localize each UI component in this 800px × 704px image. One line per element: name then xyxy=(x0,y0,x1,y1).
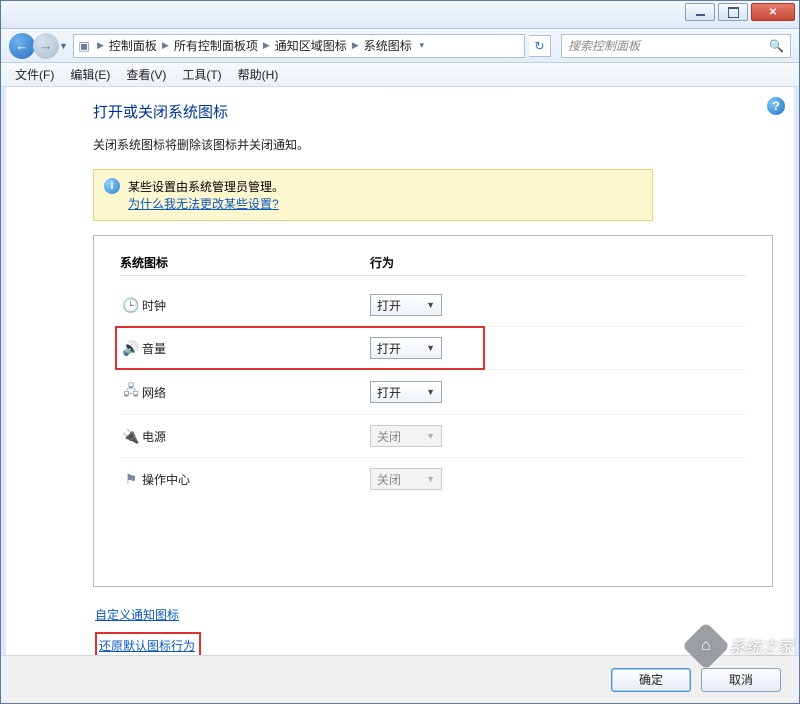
system-icon-row: 🔌电源关闭▼ xyxy=(120,415,746,458)
clock-icon: 🕒 xyxy=(120,297,142,314)
navbar: ← → ▼ ▣ ▶ 控制面板 ▶ 所有控制面板项 ▶ 通知区域图标 ▶ 系统图标… xyxy=(1,29,799,63)
menu-tools[interactable]: 工具(T) xyxy=(174,63,229,86)
system-icon-row: 🖧网络打开▼ xyxy=(120,370,746,415)
watermark-logo-icon: ⌂ xyxy=(682,622,730,670)
nav-history-dropdown[interactable]: ▼ xyxy=(59,41,69,51)
control-panel-icon: ▣ xyxy=(74,39,94,53)
watermark-text: 系统之家 xyxy=(729,634,793,658)
refresh-button[interactable]: ↻ xyxy=(529,35,551,57)
system-icon-label: 音量 xyxy=(142,340,370,357)
chevron-down-icon: ▼ xyxy=(426,474,435,484)
maximize-button[interactable] xyxy=(718,3,748,21)
page-title: 打开或关闭系统图标 xyxy=(93,101,785,122)
breadcrumb-item[interactable]: 所有控制面板项 xyxy=(172,37,260,54)
footer: 确定 取消 xyxy=(1,655,799,703)
behavior-dropdown[interactable]: 打开▼ xyxy=(370,337,442,359)
titlebar xyxy=(1,1,799,29)
search-placeholder: 搜索控制面板 xyxy=(568,37,640,54)
system-icon-row: ⚑操作中心关闭▼ xyxy=(120,458,746,500)
menu-edit[interactable]: 编辑(E) xyxy=(62,63,118,86)
admin-notice: i 某些设置由系统管理员管理。 为什么我无法更改某些设置? xyxy=(93,169,653,221)
breadcrumb-item[interactable]: 通知区域图标 xyxy=(273,37,349,54)
ok-button[interactable]: 确定 xyxy=(611,668,691,692)
restore-defaults-highlight: 还原默认图标行为 xyxy=(95,632,201,655)
page-description: 关闭系统图标将删除该图标并关闭通知。 xyxy=(93,136,785,153)
menu-view[interactable]: 查看(V) xyxy=(118,63,174,86)
watermark: ⌂ 系统之家 xyxy=(689,629,793,663)
nav-forward-button[interactable]: → xyxy=(33,33,59,59)
action-center-icon: ⚑ xyxy=(120,471,142,488)
chevron-right-icon: ▶ xyxy=(349,40,362,51)
system-icon-row: 🔊音量打开▼ xyxy=(120,327,746,370)
column-header-icon: 系统图标 xyxy=(120,254,370,271)
admin-notice-text: 某些设置由系统管理员管理。 xyxy=(128,178,284,195)
menu-file[interactable]: 文件(F) xyxy=(7,63,62,86)
system-icon-label: 电源 xyxy=(142,428,370,445)
content-area: ? 打开或关闭系统图标 关闭系统图标将删除该图标并关闭通知。 i 某些设置由系统… xyxy=(1,87,799,655)
breadcrumb-dropdown[interactable]: ▾ xyxy=(414,40,430,51)
chevron-down-icon: ▼ xyxy=(426,387,435,397)
breadcrumb[interactable]: ▣ ▶ 控制面板 ▶ 所有控制面板项 ▶ 通知区域图标 ▶ 系统图标 ▾ xyxy=(73,34,525,58)
network-icon: 🖧 xyxy=(120,380,142,404)
behavior-dropdown[interactable]: 打开▼ xyxy=(370,294,442,316)
menu-help[interactable]: 帮助(H) xyxy=(230,63,287,86)
chevron-right-icon: ▶ xyxy=(260,40,273,51)
system-icon-row: 🕒时钟打开▼ xyxy=(120,284,746,327)
search-input[interactable]: 搜索控制面板 🔍 xyxy=(561,34,791,58)
behavior-dropdown[interactable]: 打开▼ xyxy=(370,381,442,403)
minimize-button[interactable] xyxy=(685,3,715,21)
nav-back-button[interactable]: ← xyxy=(9,33,35,59)
admin-notice-link[interactable]: 为什么我无法更改某些设置? xyxy=(128,197,279,211)
customize-notifications-link[interactable]: 自定义通知图标 xyxy=(95,603,785,626)
breadcrumb-item[interactable]: 控制面板 xyxy=(107,37,159,54)
system-icon-label: 操作中心 xyxy=(142,471,370,488)
system-icons-list: 系统图标 行为 🕒时钟打开▼🔊音量打开▼🖧网络打开▼🔌电源关闭▼⚑操作中心关闭▼ xyxy=(93,235,773,587)
system-icon-label: 时钟 xyxy=(142,297,370,314)
chevron-down-icon: ▼ xyxy=(426,300,435,310)
chevron-down-icon: ▼ xyxy=(426,343,435,353)
breadcrumb-item[interactable]: 系统图标 xyxy=(362,37,414,54)
behavior-dropdown: 关闭▼ xyxy=(370,425,442,447)
search-icon[interactable]: 🔍 xyxy=(769,39,784,53)
volume-icon: 🔊 xyxy=(120,340,142,357)
control-panel-window: ← → ▼ ▣ ▶ 控制面板 ▶ 所有控制面板项 ▶ 通知区域图标 ▶ 系统图标… xyxy=(0,0,800,704)
column-header-behavior: 行为 xyxy=(370,254,394,271)
behavior-dropdown: 关闭▼ xyxy=(370,468,442,490)
cancel-button[interactable]: 取消 xyxy=(701,668,781,692)
power-icon: 🔌 xyxy=(120,428,142,445)
menubar: 文件(F) 编辑(E) 查看(V) 工具(T) 帮助(H) xyxy=(1,63,799,87)
system-icon-label: 网络 xyxy=(142,384,370,401)
close-button[interactable] xyxy=(751,3,795,21)
info-icon: i xyxy=(104,178,120,194)
help-icon[interactable]: ? xyxy=(767,97,785,115)
chevron-right-icon: ▶ xyxy=(159,40,172,51)
chevron-right-icon: ▶ xyxy=(94,40,107,51)
restore-defaults-link[interactable]: 还原默认图标行为 xyxy=(99,634,195,655)
chevron-down-icon: ▼ xyxy=(426,431,435,441)
